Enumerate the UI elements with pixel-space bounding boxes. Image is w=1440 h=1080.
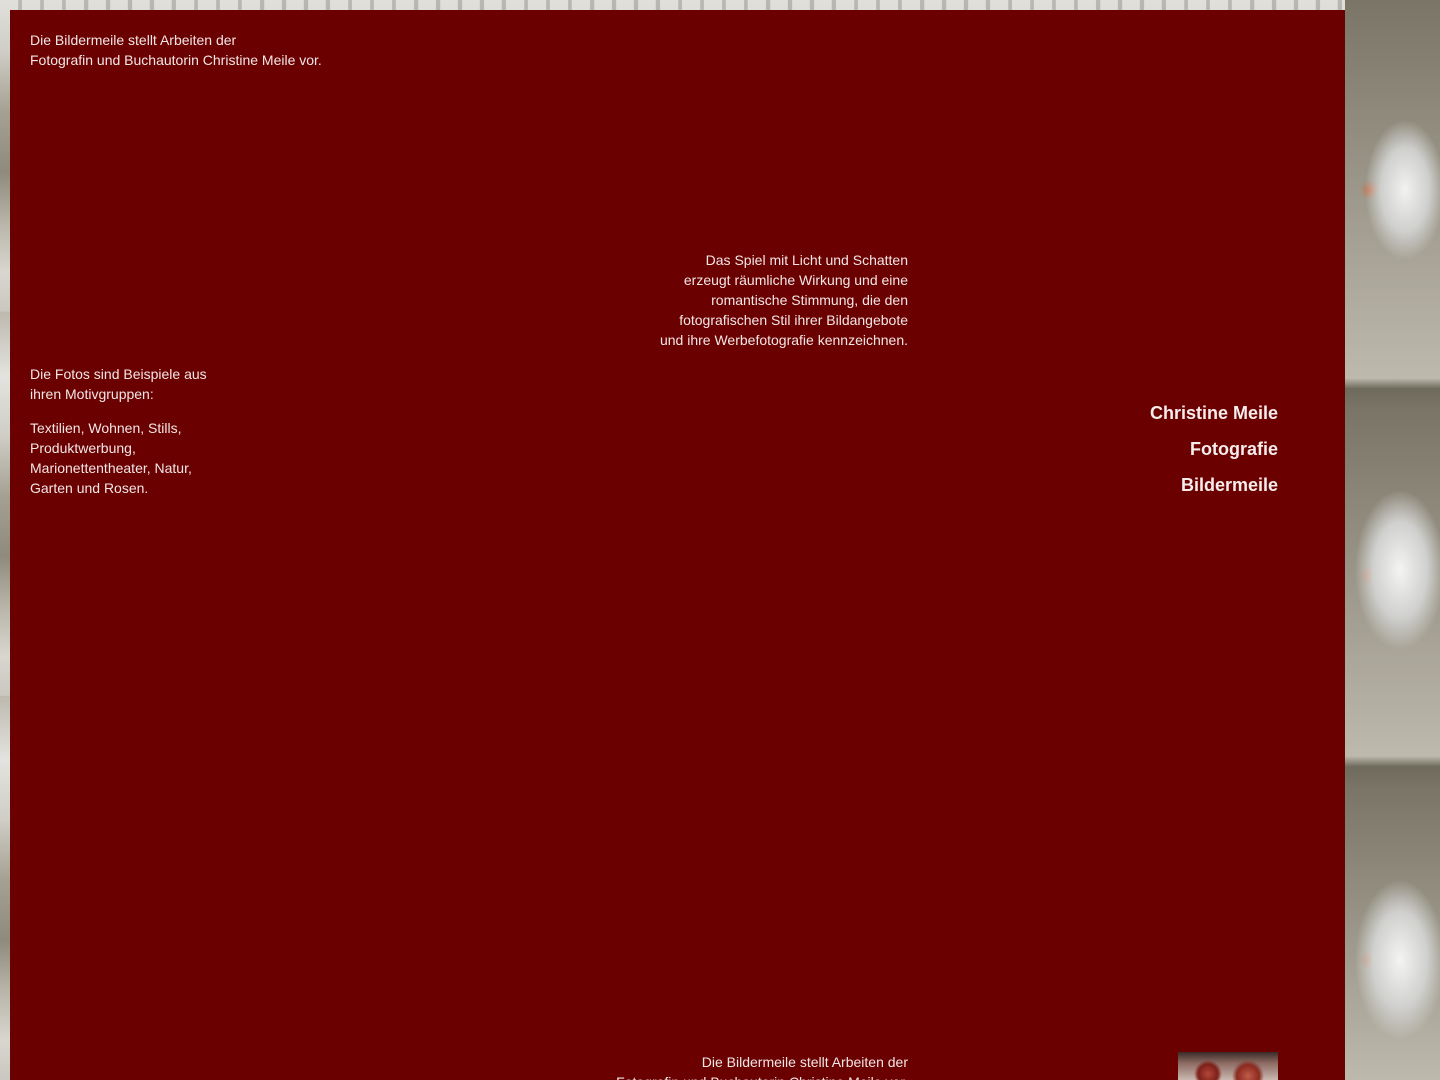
motifs-list-line: Produktwerbung,: [30, 440, 136, 456]
nav-link-christine-meile[interactable]: Christine Meile: [1150, 402, 1278, 424]
intro-text: Die Bildermeile stellt Arbeiten der Foto…: [30, 30, 322, 70]
motifs-intro-line: Die Fotos sind Beispiele aus: [30, 366, 207, 382]
bottom-intro-text: Die Bildermeile stellt Arbeiten der Foto…: [616, 1052, 908, 1080]
rose-photo-thumbnail[interactable]: [1178, 1052, 1278, 1080]
light-shadow-line: romantische Stimmung, die den: [711, 292, 908, 308]
motifs-list-text: Textilien, Wohnen, Stills, Produktwerbun…: [30, 418, 192, 498]
motifs-intro-text: Die Fotos sind Beispiele aus ihren Motiv…: [30, 364, 207, 404]
content-panel: Die Bildermeile stellt Arbeiten der Foto…: [10, 10, 1345, 1080]
nav-link-fotografie[interactable]: Fotografie: [1150, 438, 1278, 460]
motifs-list-line: Garten und Rosen.: [30, 480, 149, 496]
nav-link-bildermeile[interactable]: Bildermeile: [1150, 474, 1278, 496]
light-shadow-line: Das Spiel mit Licht und Schatten: [705, 252, 908, 268]
motifs-list-line: Marionettentheater, Natur,: [30, 460, 192, 476]
intro-line: Die Bildermeile stellt Arbeiten der: [30, 32, 237, 48]
bottom-intro-line: Die Bildermeile stellt Arbeiten der: [701, 1054, 908, 1070]
light-shadow-line: fotografischen Stil ihrer Bildangebote: [679, 312, 908, 328]
background-photo-tile: [1345, 0, 1440, 1080]
site-navigation: Christine Meile Fotografie Bildermeile: [1150, 402, 1278, 510]
motifs-intro-line: ihren Motivgruppen:: [30, 386, 154, 402]
light-shadow-line: und ihre Werbefotografie kennzeichnen.: [659, 332, 908, 348]
light-shadow-text: Das Spiel mit Licht und Schatten erzeugt…: [660, 250, 908, 350]
motifs-list-line: Textilien, Wohnen, Stills,: [30, 420, 182, 436]
light-shadow-line: erzeugt räumliche Wirkung und eine: [683, 272, 908, 288]
bottom-intro-line: Fotografin und Buchautorin Christine Mei…: [616, 1072, 908, 1080]
intro-line: Fotografin und Buchautorin Christine Mei…: [30, 52, 322, 68]
